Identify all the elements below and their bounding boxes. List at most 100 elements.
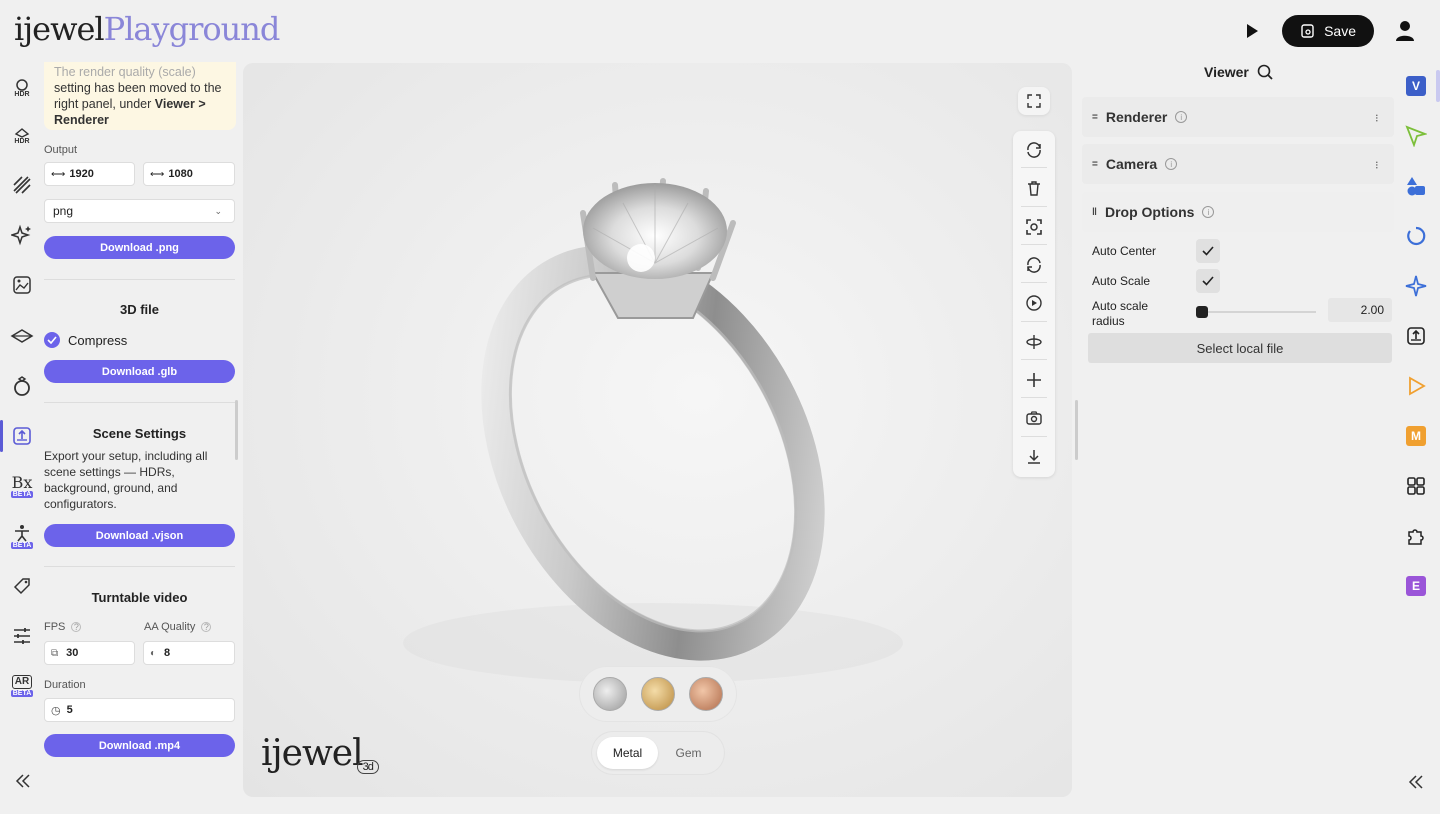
download-vjson-button[interactable]: Download .vjson bbox=[44, 524, 235, 547]
rotate-360-icon bbox=[1026, 335, 1042, 349]
auto-center-checkbox[interactable] bbox=[1196, 239, 1220, 263]
rail-tag: HDR bbox=[14, 90, 30, 98]
more-icon[interactable]: ··· bbox=[1370, 160, 1386, 168]
download-button[interactable] bbox=[1020, 443, 1048, 471]
info-icon[interactable]: i bbox=[1165, 158, 1178, 170]
format-select[interactable]: png ⌄ bbox=[44, 199, 235, 223]
aa-icon: ◐ bbox=[150, 647, 157, 659]
rail-item-material[interactable] bbox=[4, 368, 40, 404]
accordion-renderer[interactable]: = Renderer i ··· bbox=[1082, 97, 1394, 137]
focus-button[interactable] bbox=[1020, 213, 1048, 241]
rail-item-bx[interactable]: Bx BETA bbox=[4, 468, 40, 504]
rail-shapes[interactable] bbox=[1402, 172, 1430, 200]
expand-icon bbox=[1027, 94, 1041, 108]
download-mp4-button[interactable]: Download .mp4 bbox=[44, 734, 235, 757]
ring-icon bbox=[14, 376, 30, 396]
aa-label-row: AA Quality ? bbox=[144, 621, 212, 633]
compress-checkbox[interactable]: Compress bbox=[44, 332, 127, 348]
rail-item-effects[interactable] bbox=[4, 217, 40, 253]
rail-item-pattern[interactable] bbox=[4, 167, 40, 203]
radius-number-input[interactable]: 2.00 bbox=[1328, 298, 1392, 322]
collapse-right-panel-button[interactable] bbox=[1402, 768, 1430, 796]
auto-scale-checkbox[interactable] bbox=[1196, 269, 1220, 293]
fullscreen-button[interactable] bbox=[1018, 87, 1050, 115]
rail-v-plugin[interactable]: V bbox=[1402, 72, 1430, 100]
radius-slider-thumb[interactable] bbox=[1196, 306, 1208, 318]
swatch-rose-gold[interactable] bbox=[689, 677, 723, 711]
rail-sparkle[interactable] bbox=[1402, 272, 1430, 300]
add-button[interactable] bbox=[1020, 366, 1048, 394]
rail-export[interactable] bbox=[1402, 322, 1430, 350]
rail-item-ground[interactable] bbox=[4, 318, 40, 354]
rail-item-adjust[interactable] bbox=[4, 618, 40, 654]
rail-e-plugin[interactable]: E bbox=[1402, 572, 1430, 600]
fps-input[interactable]: ⧉ 30 bbox=[44, 641, 135, 665]
reset-view-button[interactable] bbox=[1020, 136, 1048, 164]
info-icon[interactable]: i bbox=[1202, 206, 1215, 218]
watermark-badge: 3d bbox=[356, 760, 379, 774]
trash-icon bbox=[1028, 181, 1040, 196]
tab-gem[interactable]: Gem bbox=[658, 737, 719, 769]
fps-label-row: FPS ? bbox=[44, 621, 82, 633]
viewer-title: Viewer bbox=[1204, 64, 1249, 80]
rail-plugins[interactable] bbox=[1402, 522, 1430, 550]
rail-item-figure[interactable]: BETA bbox=[4, 518, 40, 554]
snapshot-button[interactable] bbox=[1020, 404, 1048, 432]
rail-animation[interactable] bbox=[1402, 372, 1430, 400]
rail-item-scene[interactable] bbox=[4, 267, 40, 303]
accordion-drop-options[interactable]: ‖ Drop Options i bbox=[1082, 192, 1394, 232]
accordion-camera[interactable]: = Camera i ··· bbox=[1082, 144, 1394, 184]
user-icon bbox=[1396, 21, 1414, 41]
output-label: Output bbox=[44, 144, 78, 156]
left-panel-scrollbar[interactable] bbox=[235, 400, 238, 460]
render-quality-note: The render quality (scale) setting has b… bbox=[44, 62, 236, 130]
rail-item-hdr[interactable]: HDR bbox=[4, 70, 40, 106]
rail-item-tag[interactable] bbox=[4, 568, 40, 604]
download-png-button[interactable]: Download .png bbox=[44, 236, 235, 259]
download-glb-button[interactable]: Download .glb bbox=[44, 360, 235, 383]
rotate-360-button[interactable] bbox=[1020, 328, 1048, 356]
metal-swatches bbox=[579, 666, 737, 722]
aa-quality-input[interactable]: ◐ 8 bbox=[143, 641, 235, 665]
output-height-input[interactable]: ⟷ 1080 bbox=[143, 162, 235, 186]
collapse-left-panel-button[interactable] bbox=[12, 770, 34, 792]
search-icon[interactable] bbox=[1257, 64, 1273, 80]
rail-select-tool[interactable] bbox=[1402, 122, 1430, 150]
rotate-icon bbox=[1027, 142, 1041, 158]
compress-label: Compress bbox=[68, 332, 128, 348]
select-local-file-button[interactable]: Select local file bbox=[1088, 333, 1392, 363]
hdr-icon bbox=[16, 78, 28, 91]
user-account-button[interactable] bbox=[1392, 16, 1418, 46]
play-button[interactable] bbox=[1240, 16, 1264, 46]
section-title-turntable: Turntable video bbox=[91, 590, 188, 605]
rail-grid[interactable] bbox=[1402, 472, 1430, 500]
animation-play-button[interactable] bbox=[1020, 289, 1048, 317]
rail-m-plugin[interactable]: M bbox=[1402, 422, 1430, 450]
renderer-label: Renderer bbox=[1105, 109, 1168, 125]
rail-item-export[interactable] bbox=[0, 418, 40, 454]
auto-rotate-button[interactable] bbox=[1020, 251, 1048, 279]
3d-viewport[interactable]: Metal Gem ijewel3d bbox=[243, 63, 1072, 797]
rail-rotate[interactable] bbox=[1402, 222, 1430, 250]
format-value: png bbox=[53, 204, 74, 218]
focus-icon bbox=[1026, 219, 1042, 235]
rail-item-hdr-ground[interactable]: HDR bbox=[4, 118, 40, 154]
separator bbox=[1021, 397, 1047, 398]
panel-resize-handle[interactable] bbox=[1075, 400, 1078, 460]
swatch-gold[interactable] bbox=[641, 677, 675, 711]
delete-button[interactable] bbox=[1020, 174, 1048, 202]
divider bbox=[44, 566, 235, 567]
swatch-silver[interactable] bbox=[593, 677, 627, 711]
save-button[interactable]: Save bbox=[1282, 15, 1374, 47]
separator bbox=[1021, 167, 1047, 168]
more-icon[interactable]: ··· bbox=[1370, 113, 1386, 121]
rail-item-ar[interactable]: AR BETA bbox=[4, 668, 40, 704]
duration-value: 5 bbox=[66, 704, 73, 716]
frames-icon: ⧉ bbox=[51, 647, 59, 659]
radius-slider-track[interactable] bbox=[1198, 311, 1316, 313]
output-width-input[interactable]: ⟷ 1920 bbox=[44, 162, 135, 186]
help-icon: ? bbox=[201, 622, 212, 632]
tab-metal[interactable]: Metal bbox=[597, 737, 658, 769]
info-icon[interactable]: i bbox=[1175, 111, 1188, 123]
duration-input[interactable]: ◷ 5 bbox=[44, 698, 235, 722]
